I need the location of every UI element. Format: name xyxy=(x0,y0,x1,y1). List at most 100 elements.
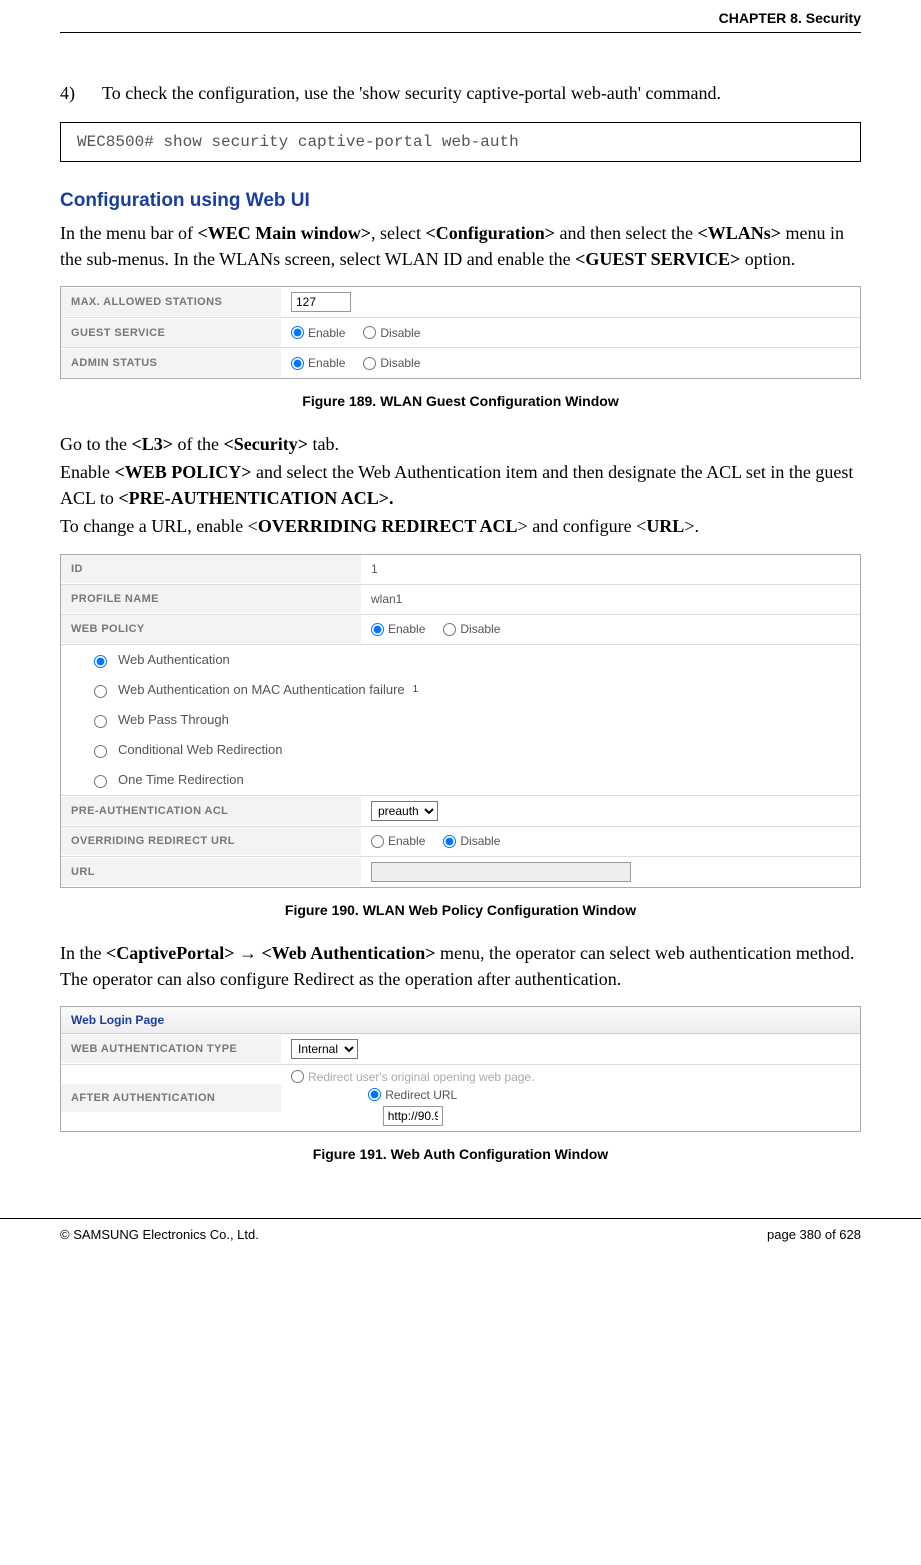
radio-guest-disable[interactable]: Disable xyxy=(363,326,420,340)
radio-input[interactable] xyxy=(94,685,107,698)
text-bold: <WLANs> xyxy=(697,223,781,243)
chapter-header: CHAPTER 8. Security xyxy=(60,10,861,33)
radio-input[interactable] xyxy=(443,835,456,848)
radio-redirect-original[interactable]: Redirect user's original opening web pag… xyxy=(291,1070,534,1084)
opt-web-auth-mac-fail[interactable]: Web Authentication on MAC Authentication… xyxy=(61,675,860,705)
text-bold: <WEC Main window> xyxy=(197,223,371,243)
para-captiveportal: In the <CaptivePortal> → <Web Authentica… xyxy=(60,940,861,992)
text-fragment: In the menu bar of xyxy=(60,223,197,243)
opt-one-time-redirect[interactable]: One Time Redirection xyxy=(61,765,860,795)
radio-input[interactable] xyxy=(371,835,384,848)
input-max-stations[interactable] xyxy=(291,292,351,312)
footer-copyright: © SAMSUNG Electronics Co., Ltd. xyxy=(60,1227,259,1242)
radio-input[interactable] xyxy=(94,745,107,758)
radio-label: Enable xyxy=(388,834,425,848)
radio-label: Disable xyxy=(380,326,420,340)
radio-label: Enable xyxy=(308,326,345,340)
radio-webpolicy-disable[interactable]: Disable xyxy=(443,622,500,636)
label-max-stations: MAX. ALLOWED STATIONS xyxy=(61,288,281,316)
radio-label: Enable xyxy=(388,622,425,636)
step-number: 4) xyxy=(60,83,84,104)
step-text: To check the configuration, use the 'sho… xyxy=(102,83,721,104)
label-profile-name: PROFILE NAME xyxy=(61,585,361,613)
text-fragment: option. xyxy=(740,249,795,269)
footer-page-number: page 380 of 628 xyxy=(767,1227,861,1242)
radio-input[interactable] xyxy=(94,775,107,788)
figure-191-caption: Figure 191. Web Auth Configuration Windo… xyxy=(60,1146,861,1162)
text-fragment: Go to the xyxy=(60,434,132,454)
opt-label: Conditional Web Redirection xyxy=(118,742,283,757)
label-id: ID xyxy=(61,555,361,583)
text-bold: <WEB POLICY> xyxy=(114,462,251,482)
para-override: To change a URL, enable <OVERRIDING REDI… xyxy=(60,513,861,539)
text-bold: <Configuration> xyxy=(425,223,555,243)
figure-189-caption: Figure 189. WLAN Guest Configuration Win… xyxy=(60,393,861,409)
command-box: WEC8500# show security captive-portal we… xyxy=(60,122,861,162)
opt-label: Web Pass Through xyxy=(118,712,229,727)
radio-label: Disable xyxy=(460,622,500,636)
radio-input[interactable] xyxy=(291,326,304,339)
footnote-mark: 1 xyxy=(413,684,419,695)
text-bold: <PRE-AUTHENTICATION ACL>. xyxy=(118,488,393,508)
arrow-icon: → xyxy=(234,943,261,963)
text-fragment: To change a URL, enable < xyxy=(60,516,258,536)
radio-override-enable[interactable]: Enable xyxy=(371,834,425,848)
radio-redirect-url[interactable]: Redirect URL xyxy=(368,1088,457,1102)
radio-input[interactable] xyxy=(371,623,384,636)
label-guest-service: GUEST SERVICE xyxy=(61,319,281,347)
para-webui-intro: In the menu bar of <WEC Main window>, se… xyxy=(60,220,861,272)
value-profile-name: wlan1 xyxy=(361,587,412,611)
para-l3: Go to the <L3> of the <Security> tab. xyxy=(60,431,861,457)
text-fragment: of the xyxy=(173,434,223,454)
radio-input[interactable] xyxy=(94,655,107,668)
radio-admin-disable[interactable]: Disable xyxy=(363,356,420,370)
radio-input[interactable] xyxy=(363,357,376,370)
section-heading-webui: Configuration using Web UI xyxy=(60,190,861,212)
radio-override-disable[interactable]: Disable xyxy=(443,834,500,848)
select-web-auth-type[interactable]: Internal xyxy=(291,1039,358,1059)
figure-190-box: ID 1 PROFILE NAME wlan1 WEB POLICY Enabl… xyxy=(60,554,861,888)
opt-web-pass-through[interactable]: Web Pass Through xyxy=(61,705,860,735)
opt-label: One Time Redirection xyxy=(118,772,244,787)
webpolicy-options: Web Authentication Web Authentication on… xyxy=(61,645,860,796)
radio-input[interactable] xyxy=(291,1070,304,1083)
page-footer: © SAMSUNG Electronics Co., Ltd. page 380… xyxy=(0,1218,921,1242)
radio-webpolicy-enable[interactable]: Enable xyxy=(371,622,425,636)
text-fragment: Enable xyxy=(60,462,114,482)
label-override-url: OVERRIDING REDIRECT URL xyxy=(61,827,361,855)
opt-conditional-redirect[interactable]: Conditional Web Redirection xyxy=(61,735,860,765)
text-bold: <GUEST SERVICE> xyxy=(575,249,740,269)
text-fragment: , select xyxy=(371,223,425,243)
text-fragment: tab. xyxy=(308,434,339,454)
text-fragment: > and configure < xyxy=(518,516,647,536)
figure-191-box: Web Login Page WEB AUTHENTICATION TYPE I… xyxy=(60,1006,861,1132)
band-web-login-page: Web Login Page xyxy=(61,1007,860,1034)
label-web-auth-type: WEB AUTHENTICATION TYPE xyxy=(61,1035,281,1063)
label-web-policy: WEB POLICY xyxy=(61,615,361,643)
radio-input[interactable] xyxy=(443,623,456,636)
value-id: 1 xyxy=(361,557,388,581)
opt-label: Web Authentication on MAC Authentication… xyxy=(118,682,405,697)
radio-label: Disable xyxy=(460,834,500,848)
text-fragment: >. xyxy=(684,516,699,536)
input-url[interactable] xyxy=(371,862,631,882)
radio-input[interactable] xyxy=(94,715,107,728)
text-bold: <CaptivePortal> xyxy=(106,943,235,963)
text-bold: <L3> xyxy=(132,434,174,454)
opt-label: Web Authentication xyxy=(118,652,230,667)
select-preauth-acl[interactable]: preauth xyxy=(371,801,438,821)
radio-guest-enable[interactable]: Enable xyxy=(291,326,345,340)
opt-web-auth[interactable]: Web Authentication xyxy=(61,645,860,675)
text-bold: URL xyxy=(646,516,684,536)
radio-input[interactable] xyxy=(291,357,304,370)
step-4: 4) To check the configuration, use the '… xyxy=(60,83,861,104)
input-redirect-url[interactable] xyxy=(383,1106,443,1126)
radio-input[interactable] xyxy=(368,1088,381,1101)
label-url: URL xyxy=(61,858,361,886)
radio-label: Redirect user's original opening web pag… xyxy=(308,1070,534,1084)
text-bold: <Web Authentication> xyxy=(261,943,435,963)
text-fragment: In the xyxy=(60,943,106,963)
radio-admin-enable[interactable]: Enable xyxy=(291,356,345,370)
figure-189-box: MAX. ALLOWED STATIONS GUEST SERVICE Enab… xyxy=(60,286,861,379)
radio-input[interactable] xyxy=(363,326,376,339)
